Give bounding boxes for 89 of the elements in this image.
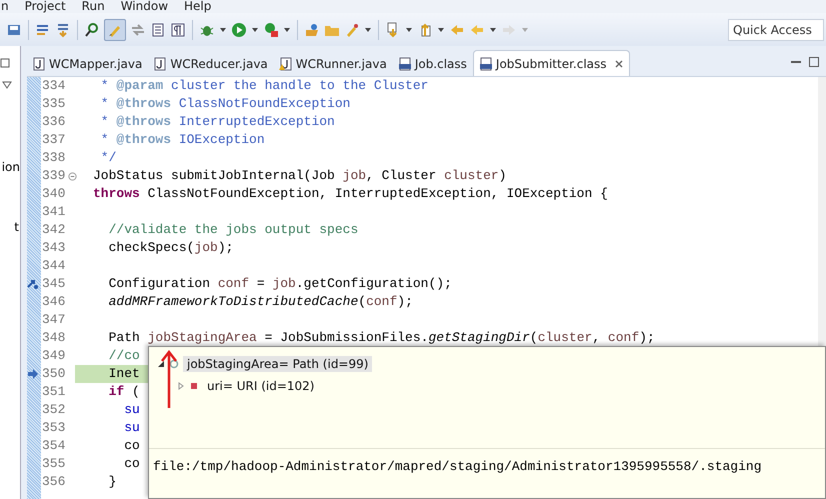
editor-tab[interactable]: WCRunner.java [274, 51, 392, 76]
line-number: 351 [41, 383, 66, 401]
line-number: 337 [41, 131, 66, 149]
code-editor[interactable] [27, 77, 826, 499]
code-line: * @throws IOException [100, 131, 265, 149]
code-line: co [123, 455, 140, 473]
package-icon[interactable] [304, 22, 320, 38]
tree-item-text: ion [2, 160, 20, 174]
line-number: 345 [41, 275, 66, 293]
expand-toggle-icon[interactable] [177, 382, 185, 390]
caret-icon[interactable] [489, 26, 497, 34]
code-line: addMRFrameworkToDistributedCache(conf); [108, 293, 413, 311]
caret-icon[interactable] [437, 26, 445, 34]
line-number: 341 [41, 203, 66, 221]
line-number: 343 [41, 239, 66, 257]
caret-icon[interactable] [364, 26, 372, 34]
code-line: */ [100, 149, 116, 167]
object-icon [169, 359, 179, 369]
close-icon[interactable] [614, 58, 624, 68]
code-line: //co [108, 347, 140, 365]
menu-item[interactable]: Project [24, 0, 66, 13]
line-number: 348 [41, 329, 66, 347]
quick-access-field[interactable]: Quick Access [728, 18, 824, 40]
line-number: 354 [41, 437, 66, 455]
code-line: //validate the jobs output specs [108, 221, 358, 239]
line-number: 340 [41, 185, 66, 203]
line-number: 356 [41, 473, 66, 491]
line-number: 349 [41, 347, 66, 365]
code-line: su [123, 401, 140, 419]
maximize-icon[interactable] [808, 56, 820, 68]
chevron-down-icon[interactable] [2, 81, 12, 89]
run-tool-icon[interactable] [263, 22, 279, 38]
value-detail-text: file:/tmp/hadoop-Administrator/mapred/staging/Administrator1395995558/.staging [152, 458, 762, 476]
tree-item[interactable]: jobStagingArea= Path (id=99) [183, 356, 372, 372]
caret-icon[interactable] [405, 26, 413, 34]
editor-tab[interactable]: JobSubmitter.class [472, 50, 630, 76]
code-line: co [123, 437, 140, 455]
menu-item[interactable]: Run [82, 0, 105, 13]
line-number: 344 [41, 257, 66, 275]
highlighter-toggle[interactable] [104, 18, 126, 40]
collapse-icon[interactable] [68, 172, 77, 180]
code-line: Configuration conf = job.getConfiguration(); [108, 275, 452, 293]
line-number: 336 [41, 113, 66, 131]
editor-tab[interactable]: WCMapper.java [27, 51, 148, 76]
step-icon[interactable] [55, 22, 71, 38]
code-line: Path jobStagingArea = JobSubmissionFiles.getStagingDir(cluster, conf); [108, 329, 655, 347]
caret-icon[interactable] [219, 26, 227, 34]
editor-tab[interactable]: Job.class [392, 51, 472, 76]
code-line: * @throws InterruptedException [100, 113, 335, 131]
document-icon[interactable] [150, 22, 166, 38]
expanded-toggle-icon[interactable] [157, 360, 165, 368]
code-line: checkSpecs(job); [108, 239, 234, 257]
annotation-arrow [159, 350, 179, 410]
tree-item-text: t [14, 220, 19, 234]
menu-item[interactable]: Window [120, 0, 168, 13]
code-line: JobStatus submitJobInternal(Job job, Cluster cluster) [93, 167, 506, 185]
pen-icon[interactable] [344, 22, 360, 38]
line-number: 342 [41, 221, 66, 239]
java-file-icon [153, 56, 168, 70]
panel-icon[interactable] [0, 58, 10, 68]
line-number: 347 [41, 311, 66, 329]
code-line: } [108, 473, 116, 491]
line-number: 339 [41, 167, 66, 185]
line-number: 355 [41, 455, 66, 473]
pilcrow-icon[interactable] [170, 22, 186, 38]
java-file-icon [32, 56, 46, 70]
line-number: 346 [41, 293, 66, 311]
code-line: if ( [108, 383, 140, 401]
class-file-icon [398, 56, 412, 70]
code-line: su [123, 419, 140, 437]
line-number: 353 [41, 419, 66, 437]
code-line: throws ClassNotFoundException, InterruptedException, IOException { [93, 185, 608, 203]
search-icon[interactable] [84, 22, 100, 38]
editor-tab[interactable]: WCReducer.java [148, 51, 273, 76]
tree-item[interactable]: uri= URI (id=102) [203, 378, 318, 394]
menu-item[interactable]: n [1, 0, 9, 13]
line-number: 335 [41, 95, 66, 113]
run-icon[interactable] [231, 22, 247, 38]
caret-icon[interactable] [251, 26, 259, 34]
caret-icon[interactable] [283, 26, 291, 34]
line-number: 334 [41, 77, 66, 95]
class-file-icon [478, 56, 493, 70]
field-icon [189, 381, 199, 391]
menu-item[interactable]: Help [184, 0, 212, 13]
code-line: * @param cluster the handle to the Cluster [100, 77, 428, 95]
line-number: 352 [41, 401, 66, 419]
line-number: 350 [41, 365, 66, 383]
line-number: 338 [41, 149, 66, 167]
code-line: * @throws ClassNotFoundException [100, 95, 350, 113]
